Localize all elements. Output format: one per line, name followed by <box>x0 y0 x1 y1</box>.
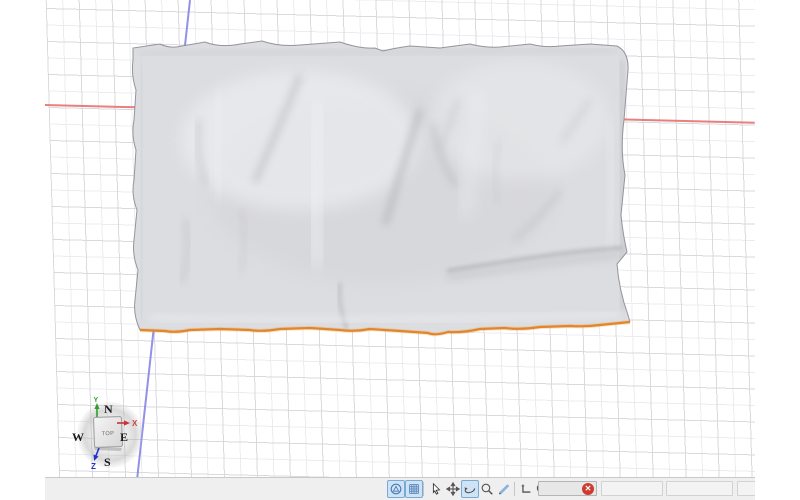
compass-south-label[interactable]: S <box>104 455 111 469</box>
magnifier-icon <box>481 483 493 495</box>
orbit-icon <box>464 487 476 494</box>
grid-icon <box>409 484 419 494</box>
origin-circle-icon <box>390 483 402 495</box>
compass-north-label[interactable]: N <box>104 402 113 416</box>
compass-east-label[interactable]: E <box>120 430 128 444</box>
pencil-icon <box>498 484 509 495</box>
status-message-field: ✕ <box>538 481 597 496</box>
show-origin-toggle[interactable] <box>387 480 405 498</box>
cloth-object[interactable] <box>125 35 640 340</box>
status-panel <box>601 481 663 496</box>
view-compass[interactable]: TOP N S W E Y X Z <box>70 393 154 475</box>
status-panel <box>737 481 755 496</box>
zoom-tool-button[interactable] <box>478 480 496 498</box>
bottom-toolbar: ✕ <box>45 477 755 500</box>
status-panel <box>666 481 733 496</box>
toolbar-separator <box>423 482 424 496</box>
toolbar-separator <box>514 482 515 496</box>
app-window: { "app": { "background": "#ffffff" }, "v… <box>0 0 800 500</box>
show-grid-toggle[interactable] <box>405 480 423 498</box>
compass-west-label[interactable]: W <box>72 430 84 444</box>
gizmo-y-label: Y <box>94 397 99 404</box>
orbit-tool-button[interactable] <box>461 480 479 498</box>
viewcube-face-label: TOP <box>102 431 115 437</box>
error-close-icon[interactable]: ✕ <box>582 482 594 495</box>
pan-tool-button[interactable] <box>444 480 462 498</box>
gizmo-z-label: Z <box>91 462 96 471</box>
cursor-icon <box>432 482 441 495</box>
select-tool-button[interactable] <box>427 480 445 498</box>
measure-tool-button[interactable] <box>495 480 513 498</box>
gizmo-x-label: X <box>132 419 138 428</box>
pan-arrows-icon <box>446 482 460 496</box>
3d-viewport[interactable]: TOP N S W E Y X Z <box>45 0 755 477</box>
corner-axes-icon <box>521 484 531 493</box>
